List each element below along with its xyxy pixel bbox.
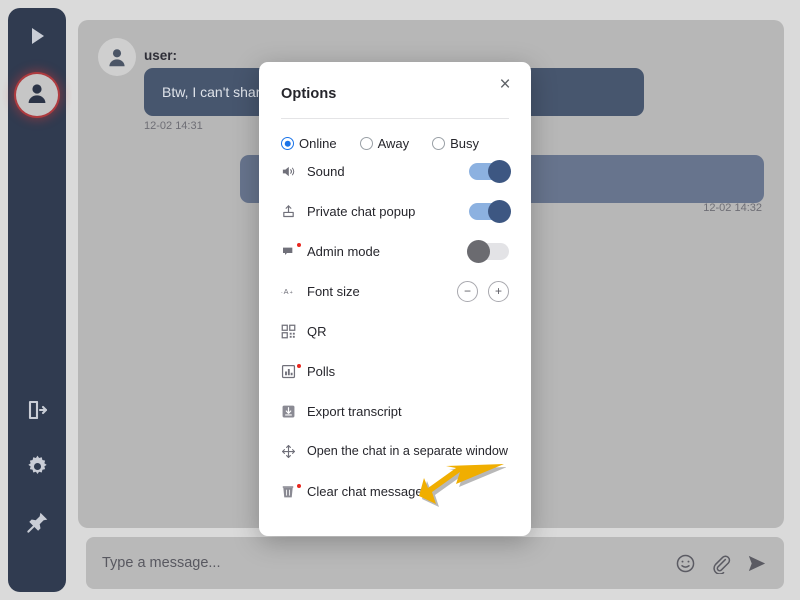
option-row-private-chat-popup[interactable]: Private chat popup xyxy=(281,191,511,231)
status-radio-group: Online Away Busy xyxy=(281,136,509,151)
avatar xyxy=(16,74,58,116)
option-row-clear-chat-messages[interactable]: Clear chat messages xyxy=(281,471,509,511)
qr-code-icon xyxy=(281,324,307,339)
radio-indicator-online xyxy=(281,137,294,150)
outgoing-message-timestamp: 12-02 14:32 xyxy=(703,202,762,214)
radio-online[interactable]: Online xyxy=(281,136,337,151)
radio-away[interactable]: Away xyxy=(359,136,410,151)
download-icon xyxy=(281,404,307,419)
divider xyxy=(281,118,509,119)
option-row-open-separate-window[interactable]: Open the chat in a separate window xyxy=(281,431,509,471)
svg-text:-: - xyxy=(281,290,283,295)
flag-icon xyxy=(281,242,307,259)
option-row-qr[interactable]: QR xyxy=(281,311,509,351)
notification-badge xyxy=(296,482,302,489)
bar-chart-icon xyxy=(281,362,307,379)
radio-busy[interactable]: Busy xyxy=(432,136,479,151)
composer-actions xyxy=(675,552,768,575)
option-row-sound[interactable]: Sound xyxy=(281,151,511,191)
svg-text:A: A xyxy=(284,287,289,296)
radio-indicator-busy xyxy=(432,137,446,150)
left-sidebar xyxy=(8,8,66,592)
toggle-knob xyxy=(488,159,511,183)
option-label-qr: QR xyxy=(307,323,327,339)
gear-icon xyxy=(25,454,50,479)
toggle-knob xyxy=(467,239,490,263)
attachment-icon[interactable] xyxy=(710,553,731,574)
message-avatar xyxy=(98,38,136,76)
option-label-polls: Polls xyxy=(307,363,336,379)
option-label-open-separate-window: Open the chat in a separate window xyxy=(307,444,508,458)
radio-label-away: Away xyxy=(377,136,410,151)
toggle-sound[interactable] xyxy=(469,159,511,183)
option-label-export-transcript: Export transcript xyxy=(307,403,402,419)
radio-indicator-away xyxy=(359,137,373,150)
radio-label-busy: Busy xyxy=(450,136,480,151)
sidebar-item-settings[interactable] xyxy=(8,438,66,494)
option-label-admin-mode: Admin mode xyxy=(307,243,380,259)
font-size-increase-button[interactable]: + xyxy=(488,280,509,302)
emoji-icon[interactable] xyxy=(675,553,696,574)
message-composer: Type a message... xyxy=(86,537,784,589)
options-dialog: × Options Online Away Busy Sound Private… xyxy=(259,62,531,536)
trash-icon xyxy=(281,482,307,499)
person-icon xyxy=(24,80,50,111)
person-icon xyxy=(109,49,125,67)
popup-upload-icon xyxy=(281,204,307,219)
option-row-polls[interactable]: Polls xyxy=(281,351,509,391)
notification-badge xyxy=(296,362,302,369)
option-row-font-size[interactable]: - A + Font size − + xyxy=(281,271,509,311)
play-icon xyxy=(24,23,50,49)
toggle-admin-mode[interactable] xyxy=(467,239,509,263)
option-label-font-size: Font size xyxy=(307,283,360,299)
toggle-knob xyxy=(488,199,511,223)
move-arrows-icon xyxy=(281,444,307,459)
option-row-export-transcript[interactable]: Export transcript xyxy=(281,391,509,431)
close-icon[interactable]: × xyxy=(491,70,519,98)
option-row-admin-mode[interactable]: Admin mode xyxy=(281,231,509,271)
pushpin-icon xyxy=(25,510,50,535)
message-input[interactable]: Type a message... xyxy=(102,555,675,571)
sidebar-bottom-group xyxy=(8,382,66,592)
radio-label-online: Online xyxy=(299,136,337,151)
send-icon[interactable] xyxy=(745,552,768,575)
message-sender-name: user: xyxy=(144,48,178,63)
option-label-clear-chat-messages: Clear chat messages xyxy=(307,483,430,499)
notification-badge xyxy=(296,242,302,248)
exit-door-icon xyxy=(25,398,49,422)
svg-text:+: + xyxy=(290,290,293,296)
option-label-sound: Sound xyxy=(307,163,345,179)
toggle-private-chat-popup[interactable] xyxy=(469,199,511,223)
sidebar-item-logout[interactable] xyxy=(8,382,66,438)
font-size-icon: - A + xyxy=(281,285,307,298)
font-size-stepper: − + xyxy=(457,280,509,302)
sidebar-item-pin[interactable] xyxy=(8,494,66,550)
font-size-decrease-button[interactable]: − xyxy=(457,280,478,302)
option-label-private-chat-popup: Private chat popup xyxy=(307,203,416,219)
sidebar-item-play[interactable] xyxy=(8,8,66,64)
sidebar-top-group xyxy=(8,8,66,126)
speaker-icon xyxy=(281,164,307,179)
dialog-title: Options xyxy=(281,86,337,102)
incoming-message-timestamp: 12-02 14:31 xyxy=(144,120,203,132)
sidebar-item-user[interactable] xyxy=(8,64,66,126)
